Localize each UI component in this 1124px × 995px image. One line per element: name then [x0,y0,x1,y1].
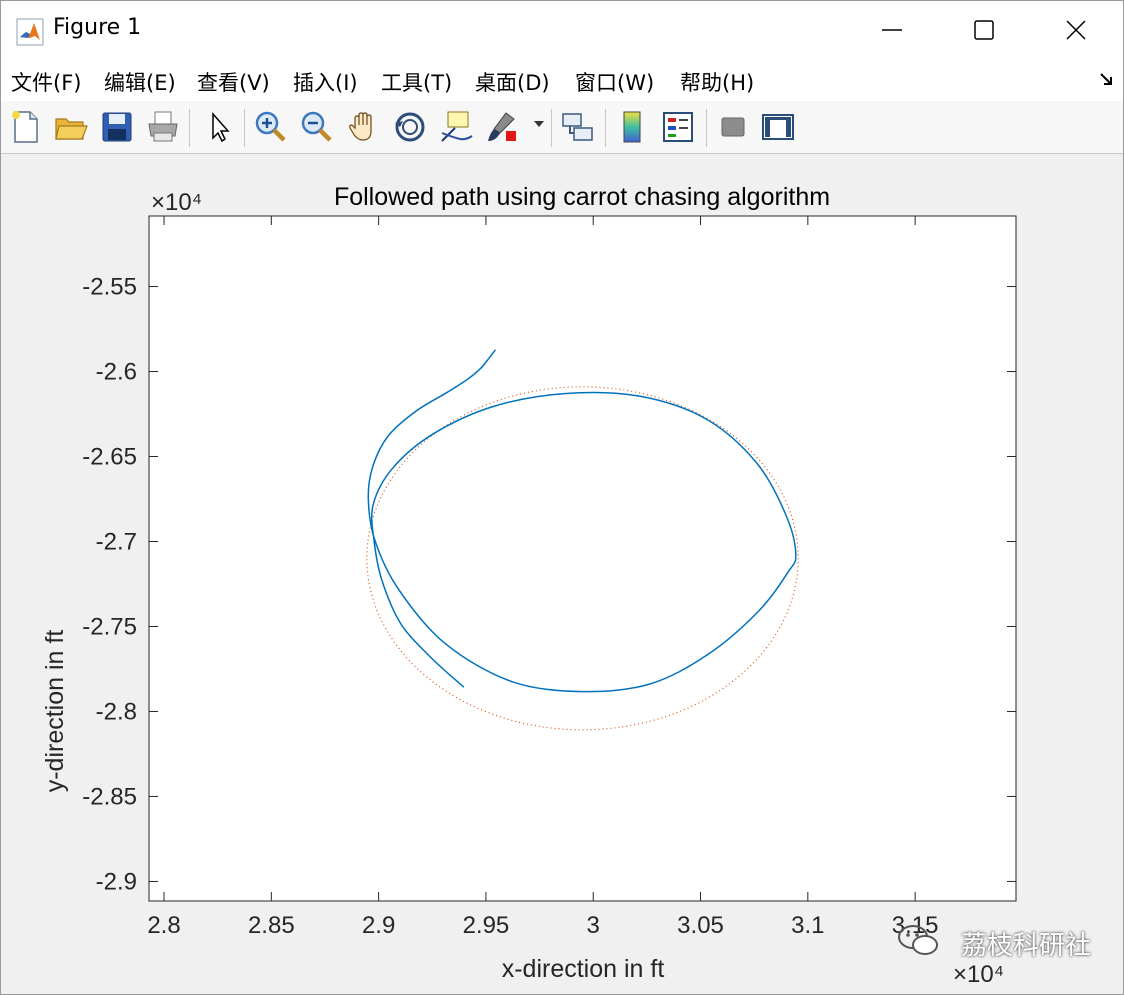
menu-view[interactable]: 查看(V) [197,67,270,97]
menu-tools[interactable]: 工具(T) [381,67,452,97]
y-tick-label: -2.9 [96,868,137,895]
legend-icon[interactable] [660,109,696,145]
minimize-icon [882,29,902,31]
x-tick-label: 2.8 [147,912,180,939]
y-tick-labels: -2.55 -2.6 -2.65 -2.7 -2.75 -2.8 -2.85 -2.9 [82,274,137,896]
data-cursor-icon[interactable] [438,109,474,145]
figure-plot-area: 2.8 2.85 2.9 2.95 3 3.05 3.1 3.15 -2.55-2.6-2.6… [41,183,1017,988]
matlab-logo-icon [16,18,44,46]
minimize-button[interactable] [846,1,938,59]
menu-help[interactable]: 帮助(H) [680,67,754,97]
toolbar-separator [551,109,552,147]
y-tick-label: -2.85 [82,783,137,810]
menu-edit[interactable]: 编辑(E) [104,67,176,97]
colorbar-icon[interactable] [615,109,651,145]
zoom-out-icon[interactable] [299,109,335,145]
x-tick-label: 2.95 [463,912,510,939]
link-plot-icon[interactable] [560,109,596,145]
y-tick-label: -2.65 [82,444,137,471]
menu-desktop[interactable]: 桌面(D) [475,67,550,97]
title-bar: Figure 1 [1,1,1123,59]
x-axis-label: x-direction in ft [502,955,665,983]
x-tick-label: 2.9 [362,912,395,939]
chart-title: Followed path using carrot chasing algor… [334,183,830,211]
select-arrow-icon[interactable] [201,109,237,145]
hide-plot-tools-icon[interactable] [715,109,751,145]
y-axis-label: y-direction in ft [41,630,69,793]
toolbar-separator [189,109,190,147]
x-tick-label: 3.05 [677,912,724,939]
show-plot-tools-icon[interactable] [760,109,796,145]
menu-file[interactable]: 文件(F) [11,67,81,97]
x-exponent-label: ×10⁴ [953,961,1004,988]
menu-bar: 文件(F) 编辑(E) 查看(V) 插入(I) 工具(T) 桌面(D) 窗口(W… [1,59,1123,101]
toolbar [1,101,1123,154]
x-tick-labels: 2.8 2.85 2.9 2.95 3 3.05 3.1 3.15 [147,912,938,939]
axes-box [148,215,1017,902]
close-button[interactable] [1030,1,1122,59]
maximize-button[interactable] [938,1,1030,59]
zoom-in-icon[interactable] [253,109,289,145]
x-tick-label: 3 [587,912,600,939]
brush-dropdown-icon[interactable] [534,121,544,129]
y-tick-label: -2.7 [96,529,137,556]
toolbar-separator [706,109,707,147]
toolbar-separator [244,109,245,147]
figure-window: Figure 1 文件(F) 编辑(E) 查看(V) 插入(I) 工具(T) 桌… [0,0,1124,995]
window-title: Figure 1 [53,15,142,40]
watermark-text: 荔枝科研社 [960,931,1091,961]
y-tick-label: -2.8 [96,698,137,725]
toolbar-separator [605,109,606,147]
wechat-logo-icon [898,925,938,955]
maximize-icon [974,20,994,40]
y-tick-label: -2.55 [82,274,137,301]
open-folder-icon[interactable] [53,109,89,145]
save-icon[interactable] [99,109,135,145]
print-icon[interactable] [145,109,181,145]
close-icon [1066,20,1086,40]
new-figure-icon[interactable] [8,109,44,145]
x-tick-label: 3.1 [791,912,824,939]
rotate-3d-icon[interactable] [392,109,428,145]
y-exponent-label: ×10⁴ [151,189,202,216]
y-tick-label: -2.75 [82,613,137,640]
y-tick-label: -2.6 [96,359,137,386]
brush-icon[interactable] [484,109,520,145]
menu-insert[interactable]: 插入(I) [293,67,358,97]
x-tick-label: 2.85 [248,912,295,939]
dock-arrow-icon[interactable] [1099,71,1115,87]
pan-hand-icon[interactable] [346,109,382,145]
menu-window[interactable]: 窗口(W) [575,67,654,97]
